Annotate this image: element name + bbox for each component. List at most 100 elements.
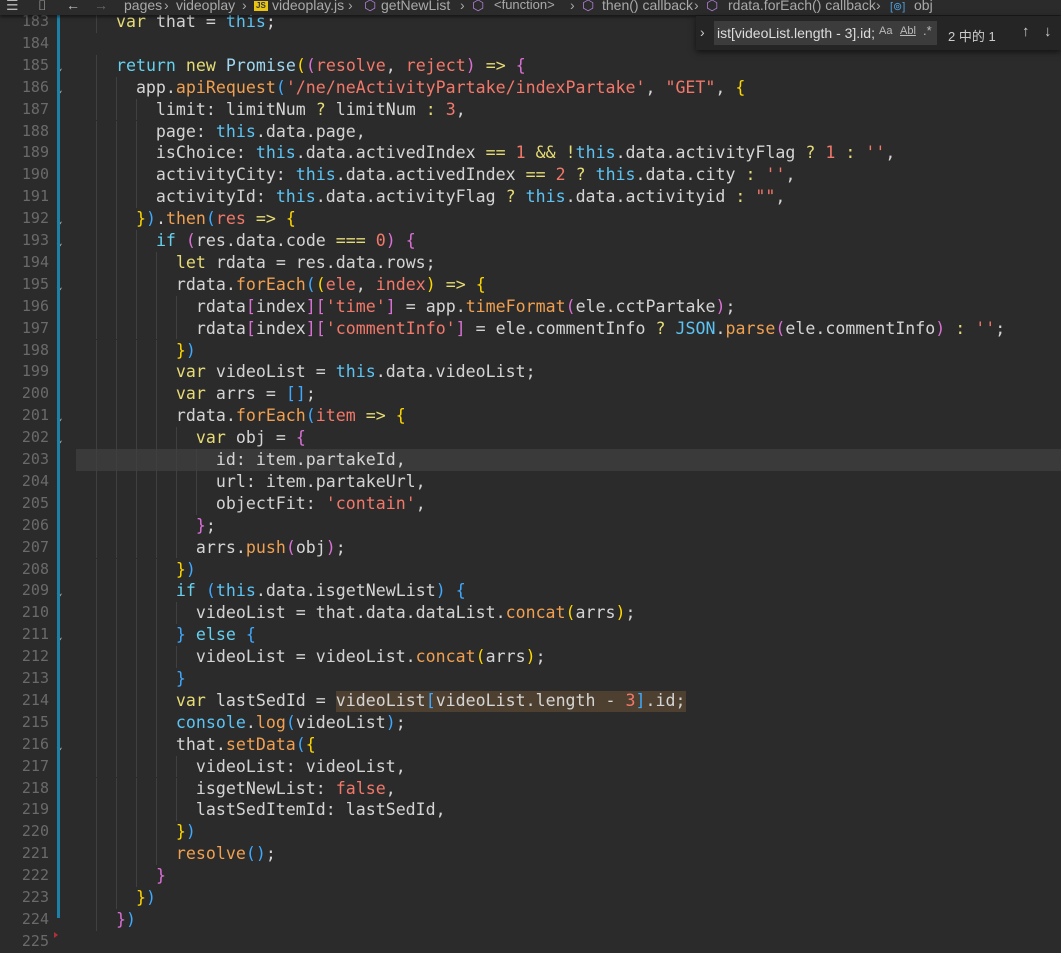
line-number: 223 bbox=[21, 888, 49, 906]
breadcrumb-item-foreach[interactable]: rdata.forEach() callback bbox=[728, 0, 876, 12]
code-line[interactable]: id: item.partakeId, bbox=[76, 449, 406, 471]
code-line[interactable]: rdata[index]['time'] = app.timeFormat(el… bbox=[76, 296, 736, 318]
bookmark-icon[interactable]: ⌷ bbox=[38, 0, 46, 12]
forward-arrow-icon[interactable]: → bbox=[94, 0, 108, 12]
line-number: 207 bbox=[21, 537, 49, 556]
code-line[interactable]: }) bbox=[76, 340, 196, 362]
breadcrumb-item-then[interactable]: then() callback bbox=[602, 0, 693, 12]
code-token: ; bbox=[535, 647, 546, 667]
breadcrumb-item-function[interactable]: <function> bbox=[494, 0, 555, 12]
breadcrumb-item-getnewlist[interactable]: getNewList bbox=[381, 0, 450, 12]
code-line[interactable]: let rdata = res.data.rows; bbox=[76, 252, 436, 274]
breadcrumb-item-pages[interactable]: pages bbox=[124, 0, 162, 12]
code-token: , bbox=[355, 274, 376, 294]
code-line[interactable]: } bbox=[76, 668, 186, 690]
code-line[interactable]: objectFit: 'contain', bbox=[76, 493, 426, 515]
code-line[interactable]: console.log(videoList); bbox=[76, 712, 406, 734]
regex-button[interactable]: .* bbox=[923, 23, 932, 38]
code-token: && bbox=[535, 143, 556, 163]
code-line[interactable]: arrs.push(obj); bbox=[76, 537, 346, 559]
code-token: ; bbox=[265, 844, 276, 864]
match-case-button[interactable]: Aa bbox=[879, 25, 892, 37]
js-file-icon: JS bbox=[254, 1, 268, 11]
code-token: 'time' bbox=[325, 296, 386, 316]
code-line[interactable]: activityId: this.data.activityFlag ? thi… bbox=[76, 186, 785, 208]
code-line[interactable]: lastSedItemId: lastSedId, bbox=[76, 799, 446, 821]
code-line[interactable]: }; bbox=[76, 515, 216, 537]
code-line[interactable]: }) bbox=[76, 821, 196, 843]
code-line[interactable]: url: item.partakeUrl, bbox=[76, 471, 426, 493]
code-token: [] bbox=[285, 384, 306, 404]
code-line[interactable]: isChoice: this.data.activedIndex == 1 &&… bbox=[76, 142, 895, 164]
code-token: 3 bbox=[445, 99, 456, 119]
code-line[interactable]: return new Promise((resolve, reject) => … bbox=[76, 55, 526, 77]
code-line[interactable]: activityCity: this.data.activedIndex == … bbox=[76, 164, 796, 186]
editor-gutter: 183184185⌄186⌄187188189190191192⌄193⌄194… bbox=[0, 0, 76, 950]
code-token: : bbox=[845, 143, 856, 163]
chevron-right-icon: › bbox=[876, 0, 881, 13]
code-token: ; bbox=[305, 384, 316, 404]
toggle-replace-icon[interactable]: › bbox=[700, 24, 705, 40]
code-token: [ bbox=[425, 690, 436, 710]
whole-word-button[interactable]: Abl bbox=[900, 25, 916, 37]
code-line[interactable]: } bbox=[76, 865, 166, 887]
next-match-icon[interactable]: ↓ bbox=[1044, 23, 1052, 40]
find-input[interactable]: ist[videoList.length - 3].id; Aa Abl .* bbox=[714, 21, 937, 45]
code-line[interactable]: if (res.data.code === 0) { bbox=[76, 230, 416, 252]
code-line[interactable]: if (this.data.isgetNewList) { bbox=[76, 580, 466, 602]
code-line[interactable]: that.setData({ bbox=[76, 734, 316, 756]
code-token: ; bbox=[995, 318, 1006, 338]
code-line[interactable]: var arrs = []; bbox=[76, 383, 316, 405]
code-line[interactable]: videoList = videoList.concat(arrs); bbox=[76, 646, 546, 668]
code-line[interactable]: }) bbox=[76, 887, 156, 909]
find-input-value[interactable]: ist[videoList.length - 3].id; bbox=[717, 25, 875, 41]
line-number: 196 bbox=[21, 296, 49, 315]
code-line[interactable]: isgetNewList: false, bbox=[76, 778, 396, 800]
code-line[interactable]: var obj = { bbox=[76, 427, 306, 449]
code-line[interactable]: rdata[index]['commentInfo'] = ele.commen… bbox=[76, 318, 1005, 340]
line-number: 205 bbox=[21, 493, 49, 512]
code-token: ) bbox=[145, 888, 156, 907]
code-token: ( bbox=[185, 231, 196, 250]
code-token: var bbox=[175, 384, 206, 404]
list-icon[interactable]: ☰ bbox=[6, 0, 19, 12]
code-token: , bbox=[885, 143, 896, 163]
code-line[interactable]: resolve(); bbox=[76, 843, 276, 865]
code-token: ? bbox=[505, 187, 516, 207]
code-line[interactable]: }).then(res => { bbox=[76, 208, 296, 230]
code-line[interactable]: rdata.forEach((ele, index) => { bbox=[76, 274, 486, 296]
code-line[interactable]: limit: limitNum ? limitNum : 3, bbox=[76, 99, 466, 121]
code-token: this bbox=[575, 143, 616, 163]
code-token: index bbox=[375, 274, 426, 294]
code-token: ) bbox=[425, 274, 436, 294]
code-line[interactable]: app.apiRequest('/ne/neActivityPartake/in… bbox=[76, 77, 745, 99]
code-line[interactable]: var videoList = this.data.videoList; bbox=[76, 361, 536, 383]
breadcrumb-item-file[interactable]: videoplay.js bbox=[272, 0, 344, 12]
code-line[interactable]: rdata.forEach(item => { bbox=[76, 405, 406, 427]
code-line[interactable]: videoList = that.data.dataList.concat(ar… bbox=[76, 602, 636, 624]
code-token: page: bbox=[76, 121, 216, 141]
code-line[interactable]: } else { bbox=[76, 624, 256, 646]
line-number: 184 bbox=[21, 33, 49, 52]
code-token: () bbox=[245, 844, 266, 864]
previous-match-icon[interactable]: ↑ bbox=[1022, 23, 1030, 40]
code-token: .data.activityFlag bbox=[315, 187, 506, 207]
code-line[interactable]: page: this.data.page, bbox=[76, 121, 366, 143]
code-line[interactable]: var lastSedId = videoList[videoList.leng… bbox=[76, 690, 686, 712]
code-line[interactable]: videoList: videoList, bbox=[76, 756, 406, 778]
code-token: limitNum bbox=[325, 99, 426, 119]
code-token: id: item.partakeId, bbox=[76, 450, 406, 469]
code-line[interactable]: }) bbox=[76, 909, 136, 931]
breadcrumb-item-videoplay[interactable]: videoplay bbox=[176, 0, 235, 12]
breadcrumb-item-obj[interactable]: obj bbox=[914, 0, 933, 12]
code-line[interactable]: }) bbox=[76, 559, 196, 581]
code-token: arrs bbox=[575, 603, 616, 623]
back-arrow-icon[interactable]: ← bbox=[66, 0, 80, 12]
code-token: ; bbox=[625, 603, 636, 623]
